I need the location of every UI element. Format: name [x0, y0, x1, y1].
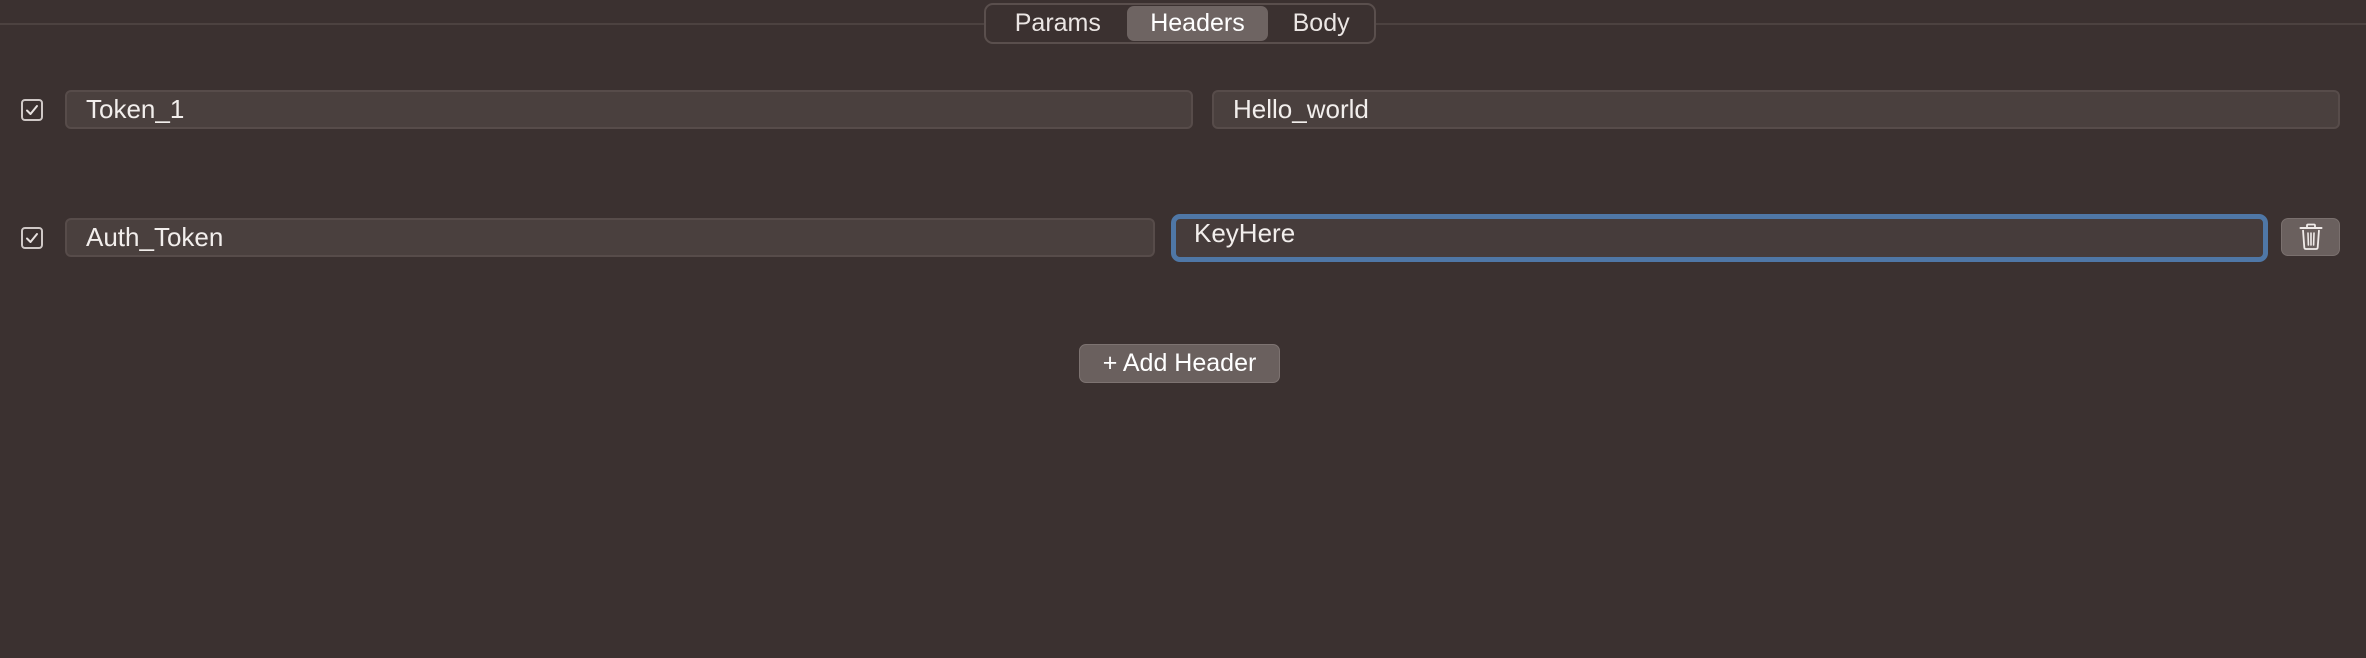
header-key-field[interactable]: Auth_Token: [65, 218, 1155, 257]
header-enabled-checkbox[interactable]: [21, 99, 43, 121]
checkmark-icon: [26, 233, 38, 243]
request-section-tabs: Params Headers Body: [984, 3, 1376, 44]
tab-body[interactable]: Body: [1268, 6, 1374, 41]
header-value-field[interactable]: Hello_world: [1212, 90, 2340, 129]
header-key-field[interactable]: Token_1: [65, 90, 1193, 129]
add-header-button[interactable]: + Add Header: [1079, 344, 1280, 383]
checkmark-icon: [26, 105, 38, 115]
tab-headers[interactable]: Headers: [1126, 6, 1269, 41]
header-value-field-focused[interactable]: KeyHere: [1171, 214, 2268, 262]
trash-icon: [2299, 223, 2322, 250]
tab-params[interactable]: Params: [989, 6, 1127, 41]
headers-editor: Params Headers Body Token_1 Hello_world …: [0, 0, 2366, 658]
delete-header-button[interactable]: [2281, 218, 2340, 256]
header-enabled-checkbox[interactable]: [21, 227, 43, 249]
